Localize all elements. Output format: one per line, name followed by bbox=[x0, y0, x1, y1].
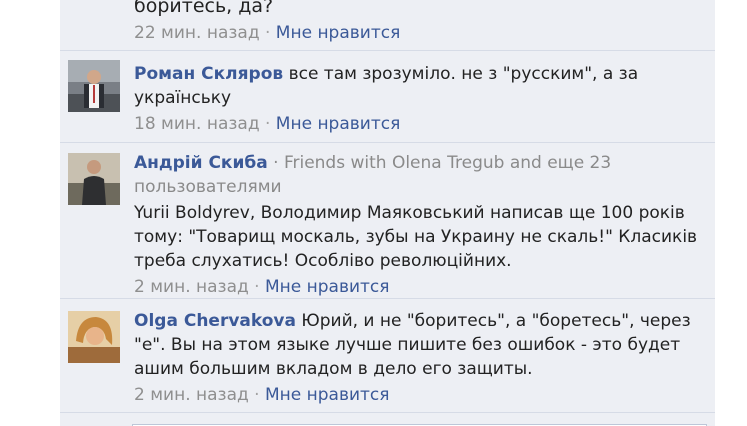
avatar[interactable] bbox=[68, 311, 120, 363]
comments-panel: боритесь, да? 22 мин. назад · Мне нравит… bbox=[60, 0, 715, 426]
comment-timestamp[interactable]: 18 мин. назад bbox=[134, 114, 260, 134]
like-link[interactable]: Мне нравится bbox=[276, 114, 401, 134]
comment-item: Роман Скляров все там зрозуміло. не з "р… bbox=[60, 50, 715, 143]
meta-separator: · bbox=[264, 114, 271, 134]
comment-timestamp[interactable]: 2 мин. назад bbox=[134, 385, 249, 405]
like-link[interactable]: Мне нравится bbox=[265, 385, 390, 405]
comment-meta: 2 мин. назад · Мне нравится bbox=[134, 384, 705, 406]
avatar[interactable] bbox=[68, 153, 120, 205]
comment-text: Yurii Boldyrev, Володимир Маяковський на… bbox=[134, 203, 698, 271]
avatar[interactable] bbox=[68, 60, 120, 112]
comment-timestamp[interactable]: 22 мин. назад bbox=[134, 23, 260, 43]
comment-text-line: Роман Скляров все там зрозуміло. не з "р… bbox=[134, 62, 705, 110]
comment-timestamp[interactable]: 2 мин. назад bbox=[134, 277, 249, 297]
meta-separator: · bbox=[254, 277, 260, 297]
comment-author[interactable]: Роман Скляров bbox=[134, 64, 283, 84]
meta-separator: · bbox=[264, 23, 271, 43]
comment-item: Андрій Скиба · Friends with Olena Tregub… bbox=[60, 142, 715, 299]
comment-body: Olga Chervakova Юрий, и не "боритесь", а… bbox=[134, 309, 705, 406]
comment-author[interactable]: Андрій Скиба bbox=[134, 153, 268, 173]
meta-separator: · bbox=[254, 385, 260, 405]
like-link[interactable]: Мне нравится bbox=[276, 23, 401, 43]
comment-meta: 18 мин. назад · Мне нравится bbox=[134, 113, 705, 135]
comment-item: Olga Chervakova Юрий, и не "боритесь", а… bbox=[60, 299, 715, 413]
comment-text-line: Olga Chervakova Юрий, и не "боритесь", а… bbox=[134, 309, 705, 381]
previous-comment-text: боритесь, да? bbox=[134, 0, 274, 17]
previous-comment-meta: 22 мин. назад · Мне нравится bbox=[134, 22, 400, 44]
like-link[interactable]: Мне нравится bbox=[265, 277, 390, 297]
comment-author[interactable]: Olga Chervakova bbox=[134, 311, 296, 331]
comment-text-line: Андрій Скиба · Friends with Olena Tregub… bbox=[134, 151, 705, 199]
comment-body: Роман Скляров все там зрозуміло. не з "р… bbox=[134, 62, 705, 135]
comment-meta: 2 мин. назад · Мне нравится bbox=[134, 276, 705, 298]
comment-body: Андрій Скиба · Friends with Olena Tregub… bbox=[134, 151, 705, 298]
